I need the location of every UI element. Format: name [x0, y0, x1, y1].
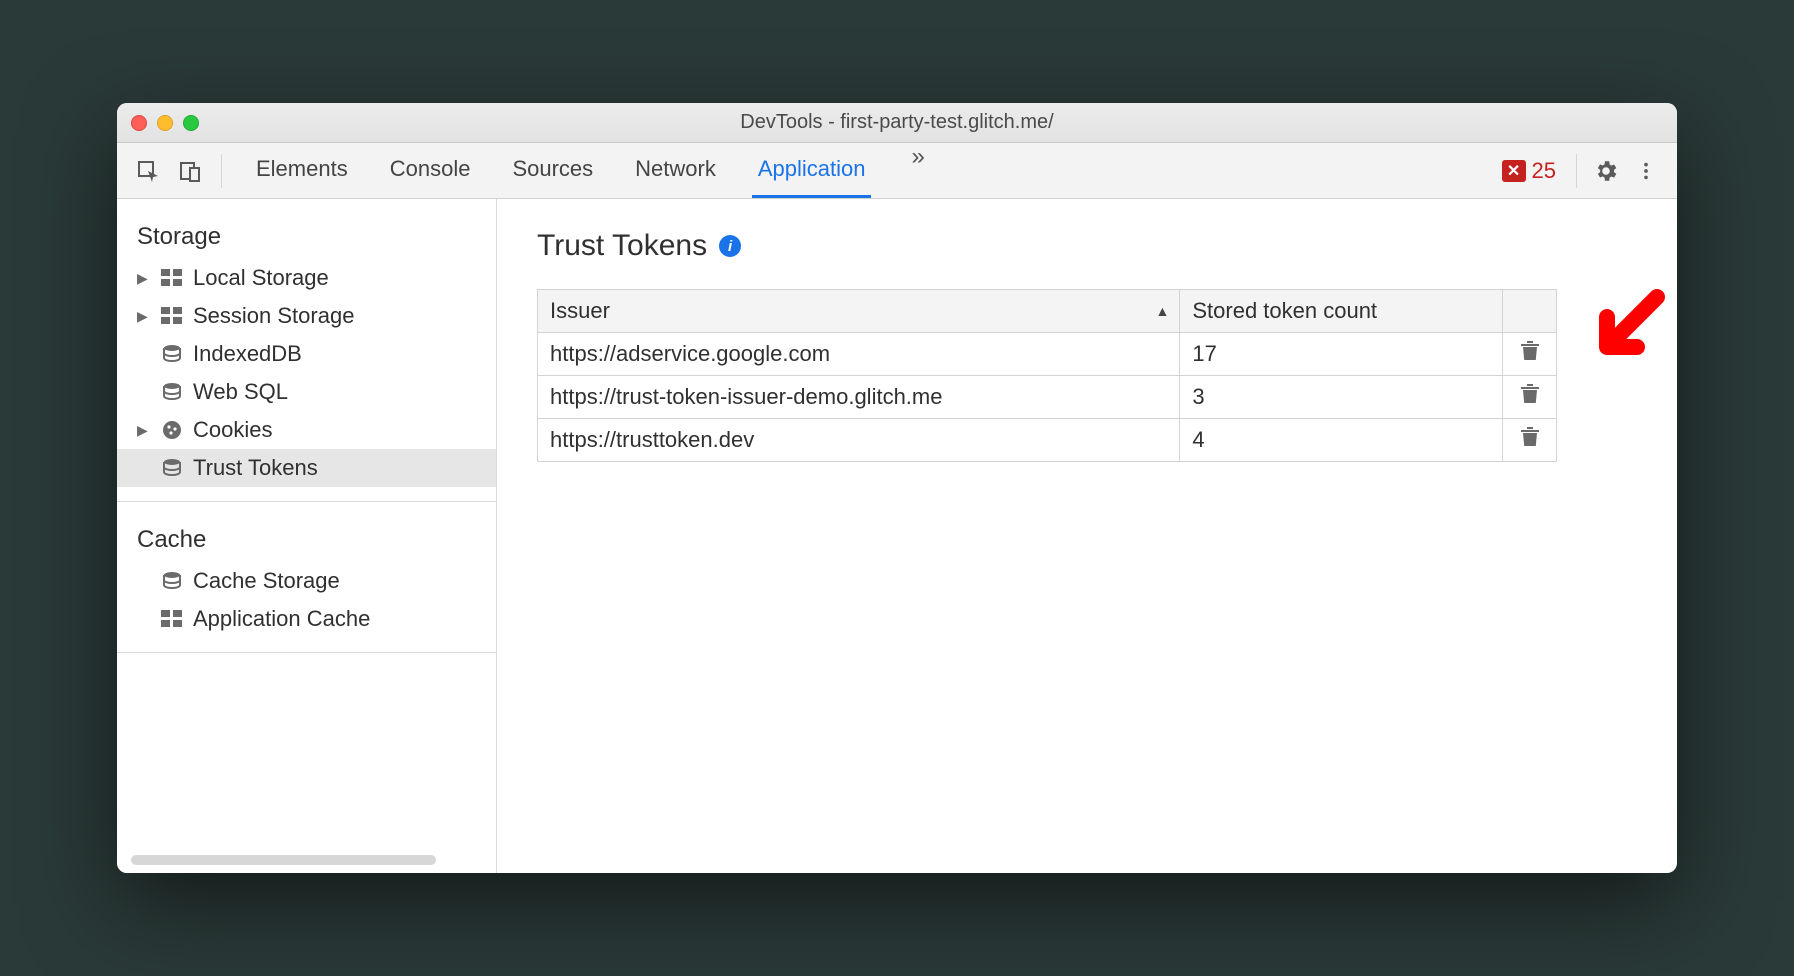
database-icon	[159, 457, 185, 479]
column-header-count[interactable]: Stored token count	[1180, 290, 1503, 333]
panel-tabs: Elements Console Sources Network Applica…	[250, 143, 935, 198]
separator	[117, 501, 496, 502]
sidebar-item-cookies[interactable]: ▶ Cookies	[117, 411, 496, 449]
table-row[interactable]: https://adservice.google.com 17	[538, 333, 1557, 376]
application-sidebar: Storage ▶ Local Storage ▶ Session Storag…	[117, 199, 497, 873]
info-icon[interactable]: i	[719, 235, 741, 257]
kebab-menu-icon[interactable]	[1629, 154, 1663, 188]
sidebar-item-indexeddb[interactable]: IndexedDB	[117, 335, 496, 373]
sidebar-item-session-storage[interactable]: ▶ Session Storage	[117, 297, 496, 335]
cell-issuer: https://trust-token-issuer-demo.glitch.m…	[538, 376, 1180, 419]
column-header-actions	[1503, 290, 1557, 333]
cookie-icon	[159, 419, 185, 441]
tab-application[interactable]: Application	[752, 143, 872, 198]
separator	[1576, 154, 1577, 188]
pane-title: Trust Tokens i	[537, 229, 1637, 263]
grid-icon	[159, 608, 185, 630]
database-icon	[159, 381, 185, 403]
sidebar-item-label: Application Cache	[193, 606, 370, 632]
devtools-window: DevTools - first-party-test.glitch.me/ E…	[117, 103, 1677, 873]
settings-icon[interactable]	[1589, 154, 1623, 188]
error-count-badge[interactable]: ✕ 25	[1494, 156, 1564, 186]
titlebar: DevTools - first-party-test.glitch.me/	[117, 103, 1677, 143]
sidebar-item-label: Session Storage	[193, 303, 354, 329]
database-icon	[159, 343, 185, 365]
delete-token-button[interactable]	[1521, 384, 1539, 404]
tab-sources[interactable]: Sources	[506, 143, 599, 198]
separator	[117, 652, 496, 653]
cell-count: 4	[1180, 419, 1503, 462]
section-title-storage: Storage	[117, 213, 496, 259]
column-header-label: Stored token count	[1192, 298, 1377, 323]
window-title: DevTools - first-party-test.glitch.me/	[117, 111, 1677, 134]
main-pane: Trust Tokens i Issuer ▲ Stored token cou…	[497, 199, 1677, 873]
separator	[221, 154, 222, 188]
section-title-cache: Cache	[117, 516, 496, 562]
sort-ascending-icon: ▲	[1156, 303, 1170, 319]
more-tabs-button[interactable]: »	[901, 143, 934, 198]
trust-tokens-table: Issuer ▲ Stored token count https://adse…	[537, 289, 1557, 462]
disclosure-triangle-icon: ▶	[137, 308, 151, 325]
error-count: 25	[1532, 158, 1556, 184]
table-row[interactable]: https://trust-token-issuer-demo.glitch.m…	[538, 376, 1557, 419]
cell-count: 17	[1180, 333, 1503, 376]
column-header-issuer[interactable]: Issuer ▲	[538, 290, 1180, 333]
devtools-tabstrip: Elements Console Sources Network Applica…	[117, 143, 1677, 199]
annotation-arrow-icon	[1587, 287, 1667, 367]
grid-icon	[159, 267, 185, 289]
sidebar-item-local-storage[interactable]: ▶ Local Storage	[117, 259, 496, 297]
sidebar-item-cache-storage[interactable]: Cache Storage	[117, 562, 496, 600]
sidebar-item-label: Web SQL	[193, 379, 288, 405]
sidebar-item-label: Local Storage	[193, 265, 329, 291]
sidebar-item-application-cache[interactable]: Application Cache	[117, 600, 496, 638]
tab-network[interactable]: Network	[629, 143, 722, 198]
database-icon	[159, 570, 185, 592]
sidebar-item-label: Cookies	[193, 417, 272, 443]
inspect-element-icon[interactable]	[131, 154, 165, 188]
table-row[interactable]: https://trusttoken.dev 4	[538, 419, 1557, 462]
cell-issuer: https://adservice.google.com	[538, 333, 1180, 376]
sidebar-item-websql[interactable]: Web SQL	[117, 373, 496, 411]
pane-title-text: Trust Tokens	[537, 229, 707, 263]
grid-icon	[159, 305, 185, 327]
device-toolbar-icon[interactable]	[173, 154, 207, 188]
error-icon: ✕	[1502, 160, 1526, 182]
tab-console[interactable]: Console	[384, 143, 477, 198]
tab-elements[interactable]: Elements	[250, 143, 354, 198]
disclosure-triangle-icon: ▶	[137, 422, 151, 439]
column-header-label: Issuer	[550, 298, 610, 323]
sidebar-item-label: Cache Storage	[193, 568, 340, 594]
sidebar-item-label: IndexedDB	[193, 341, 302, 367]
disclosure-triangle-icon: ▶	[137, 270, 151, 287]
delete-token-button[interactable]	[1521, 427, 1539, 447]
cell-count: 3	[1180, 376, 1503, 419]
delete-token-button[interactable]	[1521, 341, 1539, 361]
cell-issuer: https://trusttoken.dev	[538, 419, 1180, 462]
devtools-body: Storage ▶ Local Storage ▶ Session Storag…	[117, 199, 1677, 873]
horizontal-scrollbar[interactable]	[131, 855, 436, 865]
sidebar-item-label: Trust Tokens	[193, 455, 318, 481]
sidebar-item-trust-tokens[interactable]: Trust Tokens	[117, 449, 496, 487]
toolbar-right: ✕ 25	[1494, 154, 1663, 188]
